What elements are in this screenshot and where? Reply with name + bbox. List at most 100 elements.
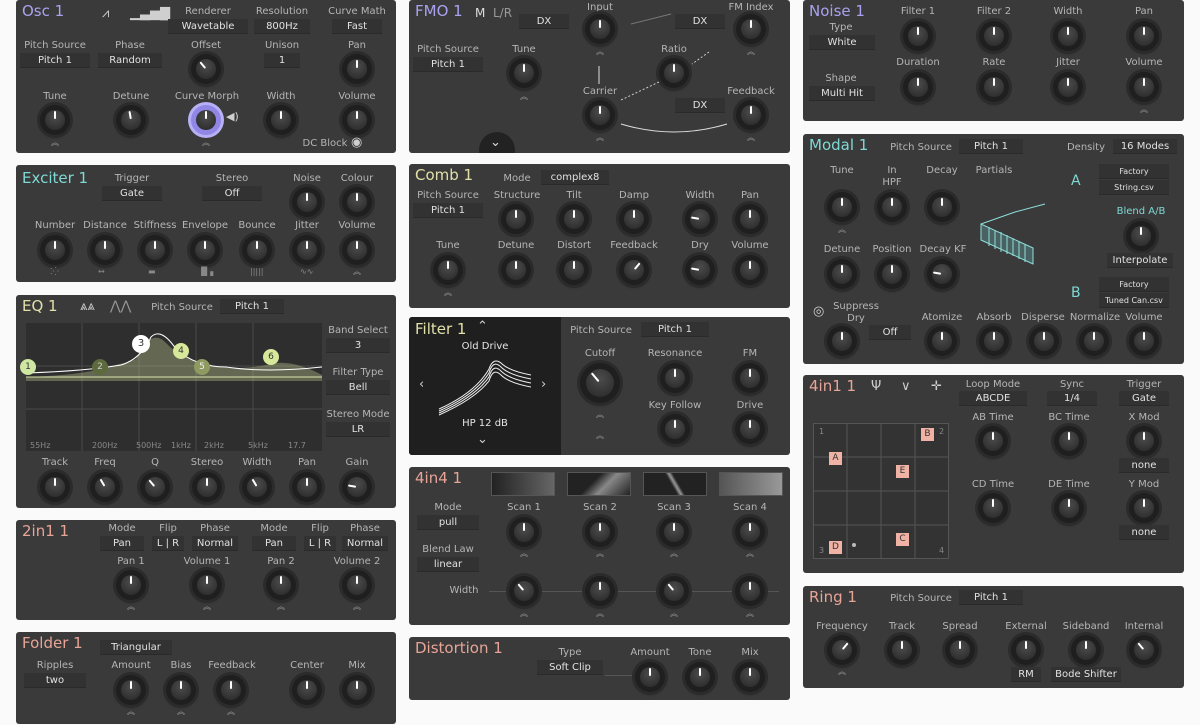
noise-pan-knob[interactable] <box>1129 21 1159 51</box>
suppress-dry-knob[interactable] <box>827 326 857 356</box>
absorb-knob[interactable] <box>979 326 1009 356</box>
in21-phase1-select[interactable]: Normal <box>192 536 238 551</box>
rate-knob[interactable] <box>979 72 1009 102</box>
envelope-knob[interactable] <box>190 235 220 265</box>
xy-point-e[interactable]: E <box>896 465 909 478</box>
osc-volume-knob[interactable] <box>342 105 372 135</box>
eq-freq-knob[interactable] <box>90 472 120 502</box>
resolution-select[interactable]: 800Hz <box>254 19 310 34</box>
blend-law-select[interactable]: linear <box>417 557 479 572</box>
distortion-amount-knob[interactable] <box>635 662 665 692</box>
bias-knob[interactable] <box>166 675 196 705</box>
width3-knob[interactable] <box>659 576 689 606</box>
eq-stereo-knob[interactable] <box>192 472 222 502</box>
in-hpf-knob[interactable] <box>877 192 907 222</box>
exciter-stereo-select[interactable]: Off <box>202 186 262 201</box>
ab-time-knob[interactable] <box>978 426 1008 456</box>
density-select[interactable]: 16 Modes <box>1113 139 1177 154</box>
scan4-knob[interactable] <box>735 517 765 547</box>
noise-width-knob[interactable] <box>1053 21 1083 51</box>
atomize-knob[interactable] <box>927 326 957 356</box>
in21-flip1-toggle[interactable]: L | R <box>152 536 184 551</box>
band-select-value[interactable]: 3 <box>326 338 390 353</box>
cd-time-knob[interactable] <box>978 493 1008 523</box>
phase-select[interactable]: Random <box>98 53 162 68</box>
filter2-knob[interactable] <box>979 21 1009 51</box>
scan3-knob[interactable] <box>659 517 689 547</box>
structure-knob[interactable] <box>501 204 531 234</box>
spread-knob[interactable] <box>945 635 975 665</box>
tune-mod-icon[interactable]: ︽ <box>49 139 61 147</box>
noise-type-select[interactable]: White <box>809 35 875 50</box>
folder-feedback-knob[interactable] <box>216 675 246 705</box>
sideband-select[interactable]: Bode Shifter <box>1051 667 1121 682</box>
width4-mod-icon[interactable]: ︽ <box>744 610 756 618</box>
distort-knob[interactable] <box>559 255 589 285</box>
eq-curve-icon[interactable]: ⋀⋀ <box>110 299 131 314</box>
modal-decay-knob[interactable] <box>927 192 957 222</box>
disperse-knob[interactable] <box>1029 326 1059 356</box>
suppress-select[interactable]: Off <box>869 325 911 340</box>
eq-track-knob[interactable] <box>40 472 70 502</box>
pan1-mod-icon[interactable]: ︽ <box>125 603 137 611</box>
cross-mode-icon[interactable]: ✛ <box>931 379 942 394</box>
comb-pan-knob[interactable] <box>735 204 765 234</box>
tilt-knob[interactable] <box>559 204 589 234</box>
noise-jitter-knob[interactable] <box>1053 72 1083 102</box>
sideband-knob[interactable] <box>1071 635 1101 665</box>
volume1-knob[interactable] <box>192 570 222 600</box>
harmonics-icon[interactable]: ▁▃▅▇ <box>130 6 170 21</box>
volume2-knob[interactable] <box>342 570 372 600</box>
eq-pan-knob[interactable] <box>292 472 322 502</box>
modal-tune-knob[interactable] <box>827 192 857 222</box>
ymod-knob[interactable] <box>1129 493 1159 523</box>
comb-tune-knob[interactable] <box>433 255 463 285</box>
exciter-noise-knob[interactable] <box>292 187 322 217</box>
modal-pitch-source-select[interactable]: Pitch 1 <box>959 139 1023 154</box>
dc-block-toggle[interactable]: ◉ <box>351 135 362 150</box>
folder-type-select[interactable]: Triangular <box>100 640 172 655</box>
pan2-knob[interactable] <box>266 570 296 600</box>
in44-mode-select[interactable]: pull <box>417 515 479 530</box>
key-follow-knob[interactable] <box>660 414 690 444</box>
sample-b-file-select[interactable]: Tuned Can.csv <box>1099 293 1169 308</box>
eq-band-4[interactable]: 4 <box>173 343 189 359</box>
comb-pitch-source-select[interactable]: Pitch 1 <box>413 203 483 218</box>
bc-time-knob[interactable] <box>1054 426 1084 456</box>
interpolate-toggle[interactable]: Interpolate <box>1107 253 1173 268</box>
distortion-mix-knob[interactable] <box>735 662 765 692</box>
frequency-knob[interactable] <box>827 635 857 665</box>
decay-kf-knob[interactable] <box>927 259 957 289</box>
comb-volume-knob[interactable] <box>735 255 765 285</box>
ymod-select[interactable]: none <box>1119 525 1169 540</box>
scan1-mod-icon[interactable]: ︽ <box>518 550 530 558</box>
xmod-knob[interactable] <box>1129 426 1159 456</box>
curve-morph-knob[interactable] <box>191 105 221 135</box>
width4-knob[interactable] <box>735 576 765 606</box>
sample-a-bank-select[interactable]: Factory <box>1099 164 1169 179</box>
osc-tune-knob[interactable] <box>40 105 70 135</box>
noise-volume-mod-icon[interactable]: ︽ <box>1138 106 1150 114</box>
exciter-volume-mod-icon[interactable]: ︽ <box>351 268 363 276</box>
comb-mode-select[interactable]: complex8 <box>541 170 609 185</box>
xy-point-a[interactable]: A <box>829 452 842 465</box>
xy-point-d[interactable]: D <box>829 541 842 554</box>
scan4-mod-icon[interactable]: ︽ <box>744 550 756 558</box>
pan1-knob[interactable] <box>116 570 146 600</box>
blend-ab-knob[interactable] <box>1126 221 1156 251</box>
folder-amount-mod-icon[interactable]: ︽ <box>125 708 137 716</box>
filter-pitch-source-select[interactable]: Pitch 1 <box>641 322 709 337</box>
comb-feedback-knob[interactable] <box>619 255 649 285</box>
eq-q-knob[interactable] <box>140 472 170 502</box>
pan2-mod-icon[interactable]: ︽ <box>275 603 287 611</box>
center-knob[interactable] <box>292 675 322 705</box>
osc-width-knob[interactable] <box>266 105 296 135</box>
modal-tune-mod-icon[interactable]: ︽ <box>836 226 848 234</box>
modal-volume-knob[interactable] <box>1129 326 1159 356</box>
internal-knob[interactable] <box>1129 635 1159 665</box>
volume1-mod-icon[interactable]: ︽ <box>201 603 213 611</box>
bounce-knob[interactable] <box>242 235 272 265</box>
width2-knob[interactable] <box>585 576 615 606</box>
cutoff-mod-icon-2[interactable]: ︽ <box>594 432 606 440</box>
ring-track-knob[interactable] <box>887 635 917 665</box>
